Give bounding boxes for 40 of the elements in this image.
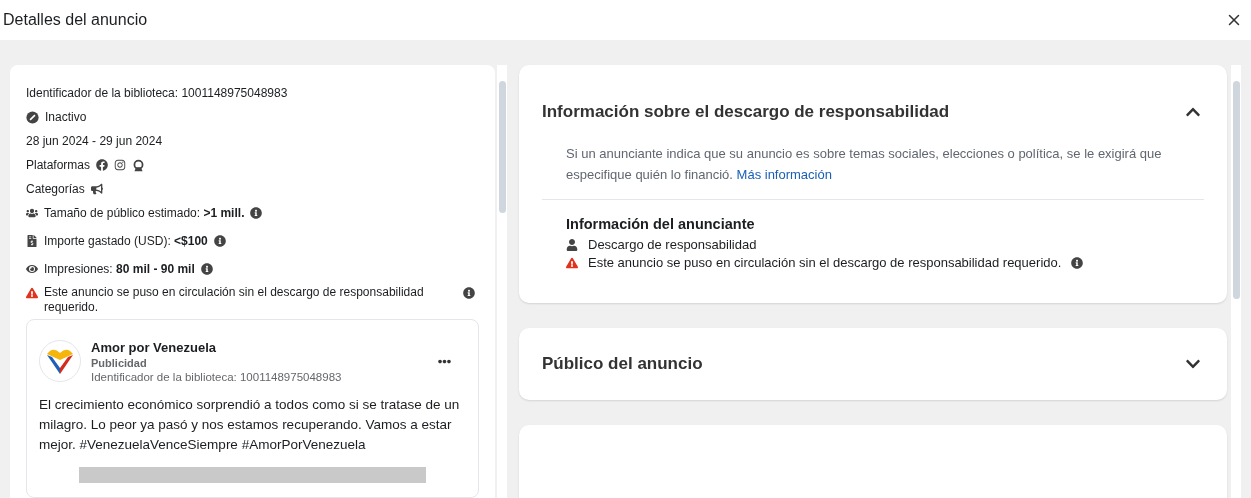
megaphone-icon <box>90 183 103 195</box>
advertiser-text: Descargo de responsabilidad <box>588 237 757 252</box>
info-icon[interactable] <box>213 235 226 247</box>
categories-label: Categorías <box>26 181 85 197</box>
info-icon[interactable] <box>463 287 475 299</box>
info-icon[interactable] <box>250 207 263 219</box>
info-icon[interactable] <box>200 263 213 275</box>
scrollbar[interactable] <box>497 65 507 498</box>
facebook-icon <box>96 159 109 171</box>
person-icon <box>566 238 578 251</box>
eye-icon <box>26 263 38 275</box>
more-info-link[interactable]: Más información <box>736 167 832 182</box>
disclaimer-description: Si un anunciante indica que su anuncio es sobre temas sociales, elecciones o política, se le exigirá que especifique quién lo financió. Más información <box>566 145 1163 184</box>
receipt-icon <box>26 235 38 247</box>
section-header[interactable]: Información sobre el descargo de responsabilidad <box>519 65 1227 135</box>
sponsored-label: Publicidad <box>91 357 148 369</box>
library-id: Identificador de la biblioteca: 1001148975048983 <box>91 371 343 383</box>
platforms-label: Plataformas <box>26 157 91 173</box>
network-icon <box>132 158 146 172</box>
status-text: Inactivo <box>45 109 87 125</box>
metric-text: Importe gastado (USD): <$100 <box>44 233 208 249</box>
people-icon <box>26 207 38 219</box>
metric-text: Tamaño de público estimado: >1 mill. <box>44 205 245 221</box>
detail-text: 28 jun 2024 - 29 jun 2024 <box>26 133 163 149</box>
inactive-icon <box>26 110 39 124</box>
instagram-icon <box>114 159 127 171</box>
detail-text: Identificador de la biblioteca: 1001148975048983 <box>26 85 288 101</box>
advertiser-heading: Información del anunciante <box>566 216 756 232</box>
warning-icon <box>566 256 578 269</box>
heart-logo-icon <box>39 340 81 382</box>
dialog-title: Detalles del anuncio <box>3 11 148 29</box>
ad-body-text: El crecimiento económico sorprendió a todos como si se tratase de un milagro. Lo peor ya pasó y nos estamos recuperando. Vamos a estar mejor. #VenezuelaVenceSiempre #AmorPorVenezuela <box>39 396 461 454</box>
page-name: Amor por Venezuela <box>91 340 217 355</box>
section-header[interactable]: Público del anuncio <box>519 328 1227 400</box>
scrollbar[interactable] <box>1231 65 1241 498</box>
warning-icon <box>26 287 38 299</box>
warning-text: Este anuncio se puso en circulación sin el descargo de responsabilidad requerido. <box>44 285 425 315</box>
advertiser-text: Este anuncio se puso en circulación sin el descargo de responsabilidad requerido. <box>588 255 1062 270</box>
metric-text: Impresiones: 80 mil - 90 mil <box>44 261 195 277</box>
info-icon[interactable] <box>1071 256 1084 269</box>
